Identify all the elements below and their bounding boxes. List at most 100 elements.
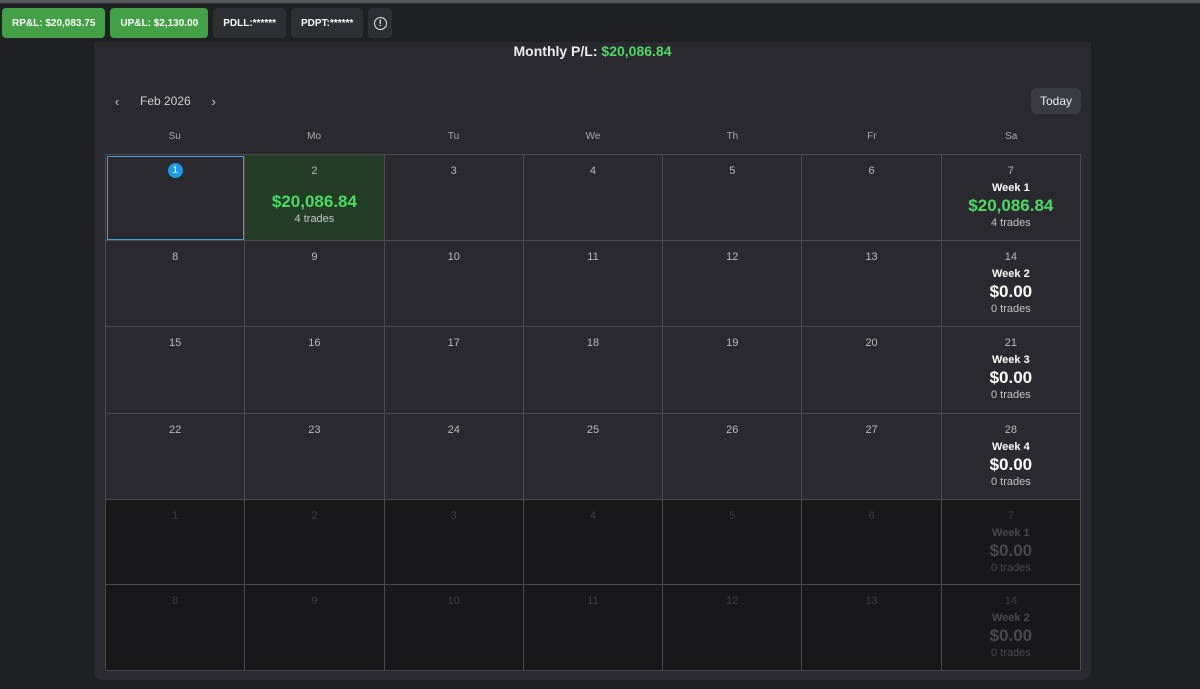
week-summary-cell[interactable]: 21 Week 3 $0.00 0 trades bbox=[941, 327, 1081, 414]
day-cell[interactable]: 23 bbox=[245, 414, 385, 500]
week-label: Week 1 bbox=[991, 182, 1030, 194]
day-number: 27 bbox=[865, 424, 878, 436]
week-summary-cell[interactable]: 7 Week 1 $20,086.84 4 trades bbox=[941, 155, 1081, 241]
week-summary-cell[interactable]: 14 Week 2 $0.00 0 trades bbox=[941, 241, 1081, 327]
day-cell[interactable]: 9 bbox=[245, 585, 385, 671]
day-cell[interactable]: 4 bbox=[523, 155, 664, 241]
day-number: 23 bbox=[308, 424, 321, 436]
weekday-label: Sa bbox=[1005, 131, 1018, 142]
day-cell[interactable]: 5 bbox=[663, 500, 803, 585]
day-number: 15 bbox=[169, 337, 182, 349]
day-number: 2 bbox=[311, 510, 318, 522]
day-cell[interactable]: 9 bbox=[245, 241, 385, 327]
day-number: 18 bbox=[586, 337, 600, 349]
day-cell[interactable]: 10 bbox=[384, 241, 524, 327]
weekday-label: Tu bbox=[447, 131, 460, 142]
day-cell[interactable]: 3 bbox=[384, 155, 524, 241]
day-cell[interactable]: 12 bbox=[663, 241, 803, 327]
day-number: 26 bbox=[726, 424, 739, 436]
week-pl-value: $0.00 bbox=[989, 282, 1033, 301]
day-number: 12 bbox=[726, 251, 739, 263]
day-cell[interactable]: 13 bbox=[802, 585, 942, 671]
day-cell[interactable]: 1 bbox=[106, 155, 246, 241]
day-cell[interactable]: 20 bbox=[802, 327, 942, 414]
day-number: 11 bbox=[587, 595, 599, 607]
day-cell[interactable]: 8 bbox=[106, 585, 246, 671]
today-button[interactable]: Today bbox=[1031, 88, 1081, 114]
chevron-right-icon[interactable]: › bbox=[205, 92, 223, 110]
month-navigation: ‹ Feb 2026 › bbox=[108, 92, 223, 110]
weekday-label: Mo bbox=[307, 131, 322, 142]
week-trade-count: 4 trades bbox=[990, 217, 1031, 229]
weekday-label: We bbox=[585, 131, 601, 142]
week-summary-cell[interactable]: 14 Week 2 $0.00 0 trades bbox=[941, 585, 1081, 671]
day-cell[interactable]: 11 bbox=[523, 585, 664, 671]
day-cell[interactable]: 6 bbox=[802, 500, 942, 585]
alert-circle-icon: ! bbox=[373, 16, 387, 30]
window-top-border bbox=[0, 0, 1200, 4]
day-cell[interactable]: 27 bbox=[802, 414, 942, 500]
day-cell[interactable]: 1 bbox=[106, 500, 246, 585]
weekday-label: Su bbox=[168, 131, 181, 142]
day-cell[interactable]: 26 bbox=[663, 414, 803, 500]
day-number: 14 bbox=[1004, 595, 1017, 607]
day-pl-value: $20,086.84 bbox=[271, 192, 357, 211]
day-number: 16 bbox=[308, 337, 321, 349]
week-trade-count: 0 trades bbox=[990, 647, 1031, 659]
day-number: 3 bbox=[450, 510, 457, 522]
pdll-pill[interactable]: PDLL:****** bbox=[213, 8, 287, 38]
week-trade-count: 0 trades bbox=[990, 389, 1031, 401]
day-cell[interactable]: 11 bbox=[523, 241, 664, 327]
chevron-left-icon[interactable]: ‹ bbox=[108, 92, 126, 110]
day-cell[interactable]: 5 bbox=[663, 155, 803, 241]
day-cell[interactable]: 13 bbox=[802, 241, 942, 327]
monthly-pl-value: $20,086.84 bbox=[601, 43, 672, 59]
stats-bar: RP&L: $20,083.75 UP&L: $2,130.00 PDLL:**… bbox=[2, 8, 393, 38]
weekday-label: Th bbox=[726, 131, 739, 142]
day-number: 9 bbox=[311, 595, 318, 607]
week-summary-cell[interactable]: 28 Week 4 $0.00 0 trades bbox=[941, 414, 1081, 500]
day-cell[interactable]: 3 bbox=[384, 500, 524, 585]
calendar-grid: 1 2 $20,086.84 4 trades 3 4 5 6 7 Week 1 $20,086.8… bbox=[105, 154, 1081, 671]
week-trade-count: 0 trades bbox=[990, 303, 1031, 315]
day-cell[interactable]: 15 bbox=[106, 327, 246, 414]
day-cell[interactable]: 17 bbox=[384, 327, 524, 414]
day-number: 21 bbox=[1004, 337, 1017, 349]
day-number: 14 bbox=[1004, 251, 1017, 263]
info-button[interactable]: ! bbox=[368, 8, 393, 38]
day-cell[interactable]: 6 bbox=[802, 155, 942, 241]
day-trade-count: 4 trades bbox=[294, 213, 335, 225]
week-label: Week 2 bbox=[991, 268, 1030, 280]
pdpt-pill[interactable]: PDPT:****** bbox=[291, 8, 364, 38]
day-number: 17 bbox=[447, 337, 460, 349]
day-number: 4 bbox=[589, 510, 597, 522]
day-cell[interactable]: 25 bbox=[523, 414, 664, 500]
day-number: 8 bbox=[172, 595, 179, 607]
day-cell[interactable]: 2 bbox=[245, 500, 385, 585]
day-cell[interactable]: 4 bbox=[523, 500, 664, 585]
realized-pl-pill[interactable]: RP&L: $20,083.75 bbox=[2, 8, 106, 38]
day-number: 22 bbox=[169, 424, 182, 436]
day-cell[interactable]: 10 bbox=[384, 585, 524, 671]
day-number: 12 bbox=[726, 595, 739, 607]
day-cell[interactable]: 2 $20,086.84 4 trades bbox=[245, 155, 385, 241]
day-cell[interactable]: 22 bbox=[106, 414, 246, 500]
day-cell[interactable]: 19 bbox=[663, 327, 803, 414]
unrealized-pl-pill[interactable]: UP&L: $2,130.00 bbox=[110, 8, 209, 38]
week-trade-count: 0 trades bbox=[990, 562, 1031, 574]
day-number: 3 bbox=[450, 165, 457, 177]
week-summary-cell[interactable]: 7 Week 1 $0.00 0 trades bbox=[941, 500, 1081, 585]
day-number: 28 bbox=[1004, 424, 1017, 436]
week-pl-value: $20,086.84 bbox=[968, 196, 1054, 215]
week-pl-value: $0.00 bbox=[989, 368, 1033, 387]
week-pl-value: $0.00 bbox=[989, 626, 1033, 645]
day-number: 20 bbox=[865, 337, 878, 349]
day-number: 6 bbox=[868, 165, 875, 177]
day-cell[interactable]: 18 bbox=[523, 327, 664, 414]
week-trade-count: 0 trades bbox=[990, 476, 1031, 488]
day-cell[interactable]: 16 bbox=[245, 327, 385, 414]
day-cell[interactable]: 24 bbox=[384, 414, 524, 500]
week-pl-value: $0.00 bbox=[989, 455, 1033, 474]
day-cell[interactable]: 12 bbox=[663, 585, 803, 671]
day-cell[interactable]: 8 bbox=[106, 241, 246, 327]
